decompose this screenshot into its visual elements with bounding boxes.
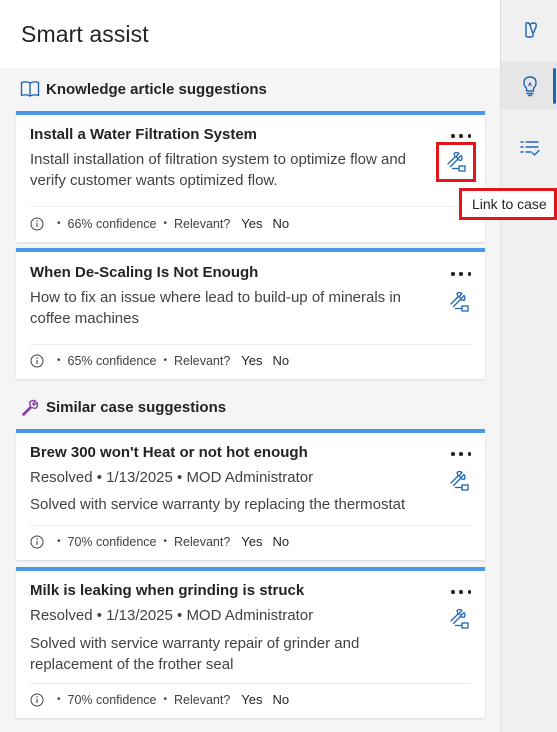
- separator-dot: •: [57, 218, 61, 229]
- rail-item-checklist[interactable]: [501, 124, 557, 172]
- info-icon: [30, 535, 44, 548]
- rail-item-smart-assist[interactable]: [501, 62, 557, 110]
- knowledge-section-header: Knowledge article suggestions: [20, 78, 267, 100]
- card-divider: [30, 206, 471, 207]
- relevant-no-button[interactable]: No: [273, 216, 290, 231]
- relevant-label: Relevant?: [173, 692, 231, 707]
- relevant-label: Relevant?: [173, 534, 231, 549]
- smart-assist-panel: Smart assist Knowledge article suggestio…: [0, 0, 500, 732]
- link-to-case-button[interactable]: [445, 467, 473, 495]
- relevant-no-button[interactable]: No: [273, 692, 290, 707]
- card-divider: [30, 344, 471, 345]
- link-to-case-button[interactable]: [445, 605, 473, 633]
- card-divider: [30, 525, 471, 526]
- relevant-yes-button[interactable]: Yes: [241, 692, 262, 707]
- link-to-case-icon: [450, 608, 469, 629]
- side-rail: [500, 0, 557, 732]
- card-title[interactable]: Milk is leaking when grinding is struck: [30, 582, 304, 599]
- card-description: How to fix an issue where lead to build-…: [30, 289, 402, 327]
- info-icon: [30, 693, 44, 706]
- separator-dot: •: [163, 218, 167, 229]
- separator-dot: •: [57, 694, 61, 705]
- copilot-icon: [524, 22, 537, 38]
- card-description: Install installation of filtration syste…: [30, 151, 407, 189]
- card-title[interactable]: Brew 300 won't Heat or not hot enough: [30, 444, 308, 461]
- knowledge-card[interactable]: Install a Water Filtration System Instal…: [16, 111, 485, 242]
- card-description: Solved with service warranty by replacin…: [30, 496, 406, 513]
- card-footer: • 70% confidence • Relevant? Yes No: [30, 692, 289, 707]
- relevant-yes-button[interactable]: Yes: [241, 534, 262, 549]
- more-options-button[interactable]: [451, 447, 471, 461]
- case-meta: Resolved • 1/13/2025 • MOD Administrator: [30, 607, 314, 624]
- relevant-label: Relevant?: [173, 216, 231, 231]
- checklist-icon: [519, 141, 540, 156]
- separator-dot: •: [163, 536, 167, 547]
- card-footer: • 65% confidence • Relevant? Yes No: [30, 353, 289, 368]
- similar-case-card[interactable]: Milk is leaking when grinding is struck …: [16, 567, 485, 718]
- lightbulb-icon: [522, 76, 537, 97]
- link-to-case-icon: [450, 470, 469, 491]
- panel-title: Smart assist: [21, 20, 149, 47]
- similar-cases-section-header: Similar case suggestions: [20, 396, 226, 418]
- link-to-case-button[interactable]: [445, 288, 473, 316]
- section-title: Similar case suggestions: [46, 398, 227, 416]
- separator-dot: •: [163, 694, 167, 705]
- knowledge-card[interactable]: When De-Scaling Is Not Enough How to fix…: [16, 248, 485, 379]
- link-to-case-tooltip: Link to case: [459, 188, 557, 220]
- card-footer: • 70% confidence • Relevant? Yes No: [30, 534, 289, 549]
- confidence-label: 66% confidence: [67, 216, 157, 231]
- card-title[interactable]: Install a Water Filtration System: [30, 126, 257, 143]
- info-icon: [30, 217, 44, 230]
- card-description: Solved with service warranty repair of g…: [30, 635, 360, 673]
- card-footer: • 66% confidence • Relevant? Yes No: [30, 216, 289, 231]
- section-title: Knowledge article suggestions: [46, 80, 267, 98]
- book-icon: [20, 79, 40, 99]
- rail-item-copilot[interactable]: [501, 6, 557, 54]
- wrench-icon: [20, 397, 40, 417]
- more-options-button[interactable]: [451, 267, 471, 281]
- card-title[interactable]: When De-Scaling Is Not Enough: [30, 264, 258, 281]
- separator-dot: •: [57, 355, 61, 366]
- relevant-yes-button[interactable]: Yes: [241, 216, 262, 231]
- info-icon: [30, 354, 44, 367]
- card-divider: [30, 683, 471, 684]
- panel-header: Smart assist: [0, 0, 500, 68]
- separator-dot: •: [57, 536, 61, 547]
- confidence-label: 70% confidence: [67, 534, 157, 549]
- relevant-yes-button[interactable]: Yes: [241, 353, 262, 368]
- relevant-no-button[interactable]: No: [273, 534, 290, 549]
- link-to-case-icon: [447, 151, 466, 172]
- link-to-case-icon: [450, 291, 469, 312]
- more-options-button[interactable]: [451, 585, 471, 599]
- more-options-button[interactable]: [451, 129, 471, 143]
- relevant-no-button[interactable]: No: [273, 353, 290, 368]
- relevant-label: Relevant?: [173, 353, 231, 368]
- confidence-label: 70% confidence: [67, 692, 157, 707]
- similar-case-card[interactable]: Brew 300 won't Heat or not hot enough Re…: [16, 429, 485, 560]
- case-meta: Resolved • 1/13/2025 • MOD Administrator: [30, 469, 314, 486]
- confidence-label: 65% confidence: [67, 353, 157, 368]
- link-to-case-button[interactable]: [436, 142, 476, 182]
- separator-dot: •: [163, 355, 167, 366]
